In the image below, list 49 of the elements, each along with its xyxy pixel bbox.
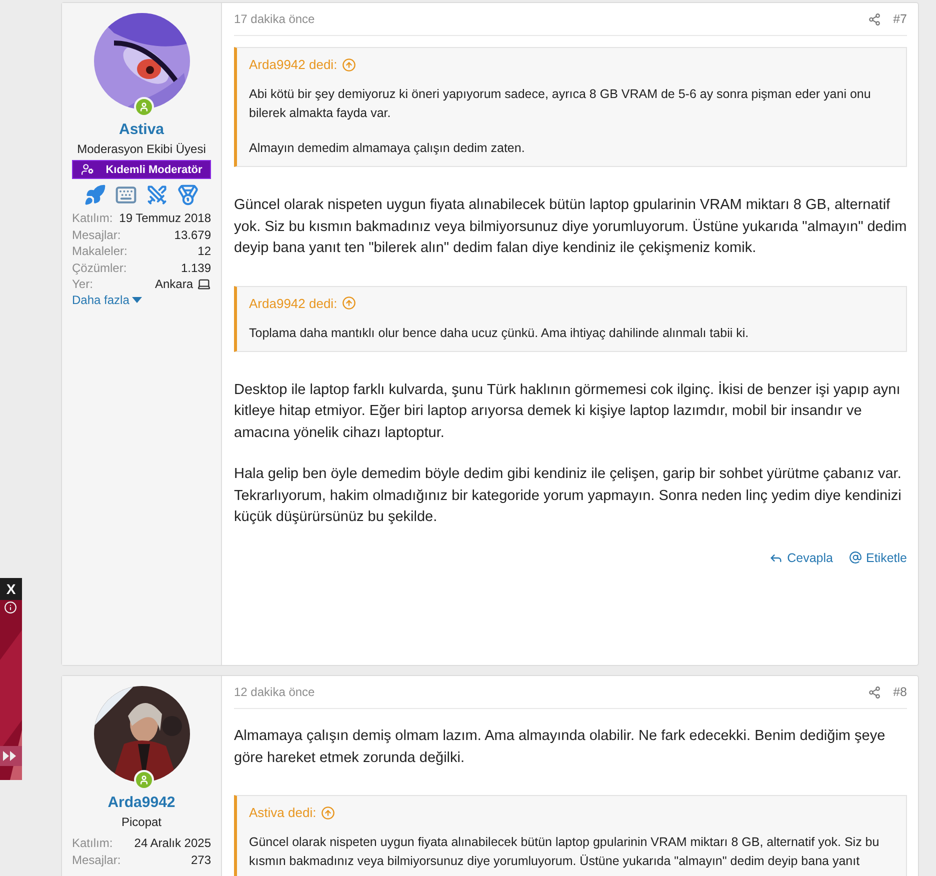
post-action-link[interactable]: Etiketle <box>849 550 907 564</box>
keyboard-icon <box>115 184 137 206</box>
close-button[interactable]: X <box>0 578 22 600</box>
stat-label: Katılım: <box>72 210 113 226</box>
more-link[interactable]: Daha fazla <box>72 292 142 306</box>
message-text: Güncel olarak nispeten uygun fiyata alınabilecek bütün laptop gpularinin VRAM miktarı 8 GB, alternatif yok. Siz bu kısmın bakmadınız veya bilmiyorsunuz diye yorumluyorum. Üstüne yukarıda "almayın" dedim deyip bana yanıt ten "bilerek alın" dedim falan diye kendiniz ile çekişmeniz komik. <box>234 196 907 258</box>
swords-icon <box>146 184 168 206</box>
user-cog-icon <box>80 163 94 176</box>
post-time: 17 dakika önce <box>234 12 315 26</box>
caret-icon <box>132 296 142 302</box>
stat-value: 13.679 <box>174 226 211 243</box>
quote-text: Toplama daha mantıklı olur bence daha ucuz çünkü. Ama ihtiyaç dahilinde alınmalı tabii ki. <box>249 324 750 342</box>
medal-icon <box>177 184 199 206</box>
stat-label: Katılım: <box>72 835 113 852</box>
stat-label: Makaleler: <box>72 243 128 260</box>
stat-value: 19 Temmuz 2018 <box>119 210 211 226</box>
laptop-icon <box>197 277 211 292</box>
rocket-icon <box>84 184 106 206</box>
stat-value: 1.139 <box>180 260 211 276</box>
share-icon[interactable] <box>868 686 882 698</box>
message-text: Hala gelip ben öyle demedim böyle dedim gibi kendiniz ile çelişen, garip bir sohbet yürütme çabanız var. Tekrarlıyorum, hakim olmadığınız bir kategoride yorum yapmayın. Sonra neden linç yedim diye kendinizi küçük düşürürsünüz bu şekilde. <box>234 465 902 527</box>
stat-label: Mesajlar: <box>72 226 121 243</box>
stat-label: Çözümler: <box>72 260 127 276</box>
stat-value: 12 <box>198 243 211 260</box>
user-title: Picopat <box>121 815 162 829</box>
post-number-link[interactable]: #8 <box>893 685 907 699</box>
quote-text: Abi kötü bir şey demiyoruz ki öneri yapıyorum sadece, ayrıca 8 GB VRAM de 5-6 ay sonra pişman eder yani onu bilerek almakta fayda var. <box>249 86 872 122</box>
message-text: Desktop ile laptop farklı kulvarda, şunu Türk haklının görmemesi cok ilginç. İkisi de benzer işi yapıp aynı kitleye hitap etmiyor. Eğer biri laptop arıyorsa demek ki kişiye laptop lazımdır, mobil bir insandır ve amacına yönelik cihazı laptoptur. <box>234 380 902 442</box>
post-number-link[interactable]: #7 <box>893 12 907 26</box>
username-link[interactable]: Arda9942 <box>108 794 176 811</box>
stat-label: Mesajlar: <box>72 852 121 868</box>
stat-value: Ankara <box>154 276 193 292</box>
role-text: Kıdemli Moderatör <box>106 164 202 176</box>
quote-author-link[interactable]: Astiva dedi: <box>249 805 316 820</box>
quote-text: Almayın demedim almamaya çalışın dedim zaten. <box>249 140 526 157</box>
message-text: Almamaya çalışın demiş olmam lazım. Ama almayında olabilir. Ne fark edecekki. Benim dediğim şeye göre hareket etmek zorunda değilki. <box>234 727 886 768</box>
stat-value: 273 <box>190 852 211 868</box>
quote-author-link[interactable]: Arda9942 dedi: <box>249 57 338 72</box>
quote-author-link[interactable]: Arda9942 dedi: <box>249 296 338 310</box>
username-link[interactable]: Astiva <box>118 121 164 138</box>
post-time: 12 dakika önce <box>234 685 315 699</box>
post-action-link[interactable]: Cevapla <box>769 550 833 564</box>
stat-value: 24 Aralık 2025 <box>134 835 211 852</box>
user-title: Moderasyon Ekibi Üyesi <box>77 142 206 156</box>
quote-text: Güncel olarak nispeten uygun fiyata alınabilecek bütün laptop gpularinin VRAM miktarı 8 GB, alternatif yok. Siz bu kısmın bakmadınız veya bilmiyorsunuz diye yorumluyorum. Üstüne yukarıda "almayın" dedim deyip bana yanıt <box>249 834 880 870</box>
stat-label: Yer: <box>72 276 93 292</box>
at-sign-icon <box>849 551 862 564</box>
share-icon[interactable] <box>868 12 882 26</box>
info-icon[interactable] <box>4 601 17 614</box>
